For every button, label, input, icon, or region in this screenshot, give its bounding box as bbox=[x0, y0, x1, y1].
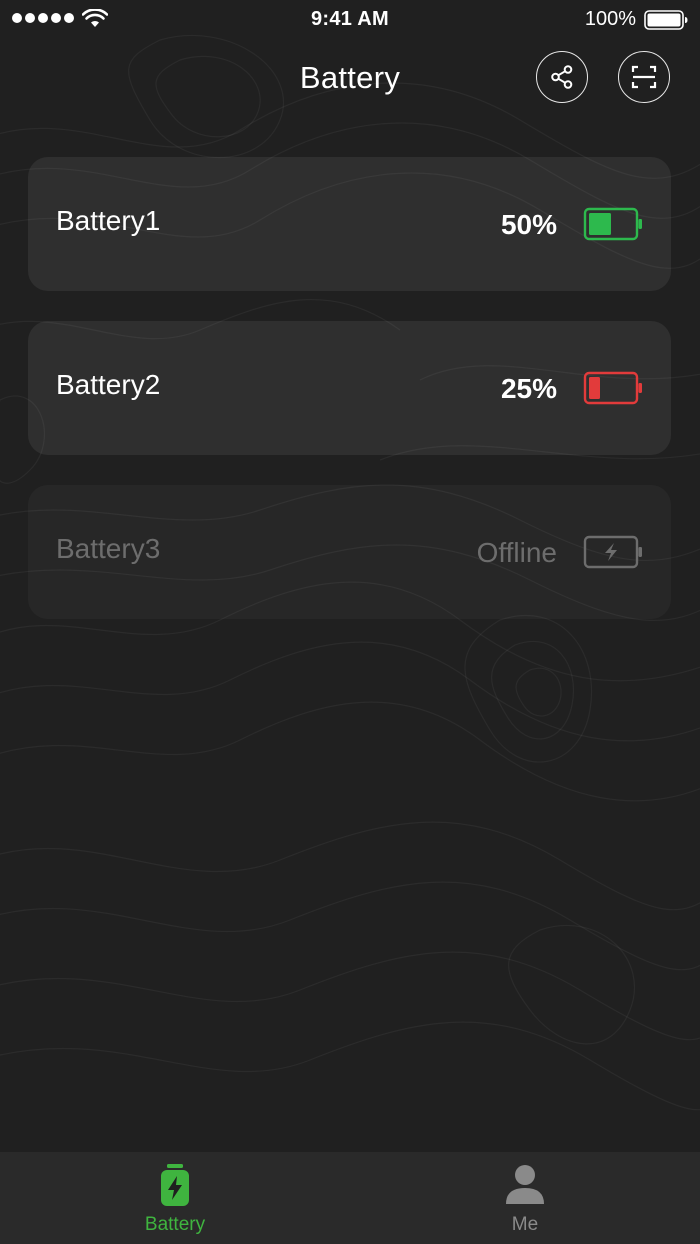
tab-label: Battery bbox=[144, 1214, 206, 1235]
battery-offline-icon bbox=[583, 535, 642, 569]
person-icon bbox=[506, 1165, 544, 1204]
page-title: Battery bbox=[299, 60, 401, 95]
battery-offline-text: Offline bbox=[476, 537, 557, 568]
share-icon bbox=[551, 65, 573, 89]
battery-level-icon bbox=[583, 371, 642, 405]
battery-level-text: 25% bbox=[500, 373, 557, 404]
battery-name: Battery1 bbox=[56, 205, 161, 236]
battery-name: Battery3 bbox=[56, 533, 161, 564]
tab-me[interactable]: Me bbox=[350, 1152, 700, 1244]
battery-level-text: 50% bbox=[500, 209, 557, 240]
battery-card-1[interactable]: Battery1 50% bbox=[28, 157, 671, 291]
status-battery-percent: 100% bbox=[584, 8, 636, 30]
scan-button[interactable] bbox=[618, 51, 670, 103]
scan-icon bbox=[631, 65, 657, 89]
battery-card-2[interactable]: Battery2 25% bbox=[28, 321, 671, 455]
status-battery-icon bbox=[644, 10, 688, 30]
tab-battery[interactable]: Battery bbox=[0, 1152, 350, 1244]
battery-charging-icon bbox=[161, 1164, 189, 1206]
battery-card-3[interactable]: Battery3 Offline bbox=[28, 485, 671, 619]
battery-name: Battery2 bbox=[56, 369, 161, 400]
share-button[interactable] bbox=[536, 51, 588, 103]
tab-bar: Battery Me bbox=[0, 1152, 700, 1244]
tab-label: Me bbox=[511, 1214, 539, 1235]
battery-level-icon bbox=[583, 207, 642, 241]
app-screen: 9:41 AM 100% Battery Battery1 50% Batter… bbox=[0, 0, 700, 1244]
status-bar: 9:41 AM 100% bbox=[0, 0, 700, 40]
